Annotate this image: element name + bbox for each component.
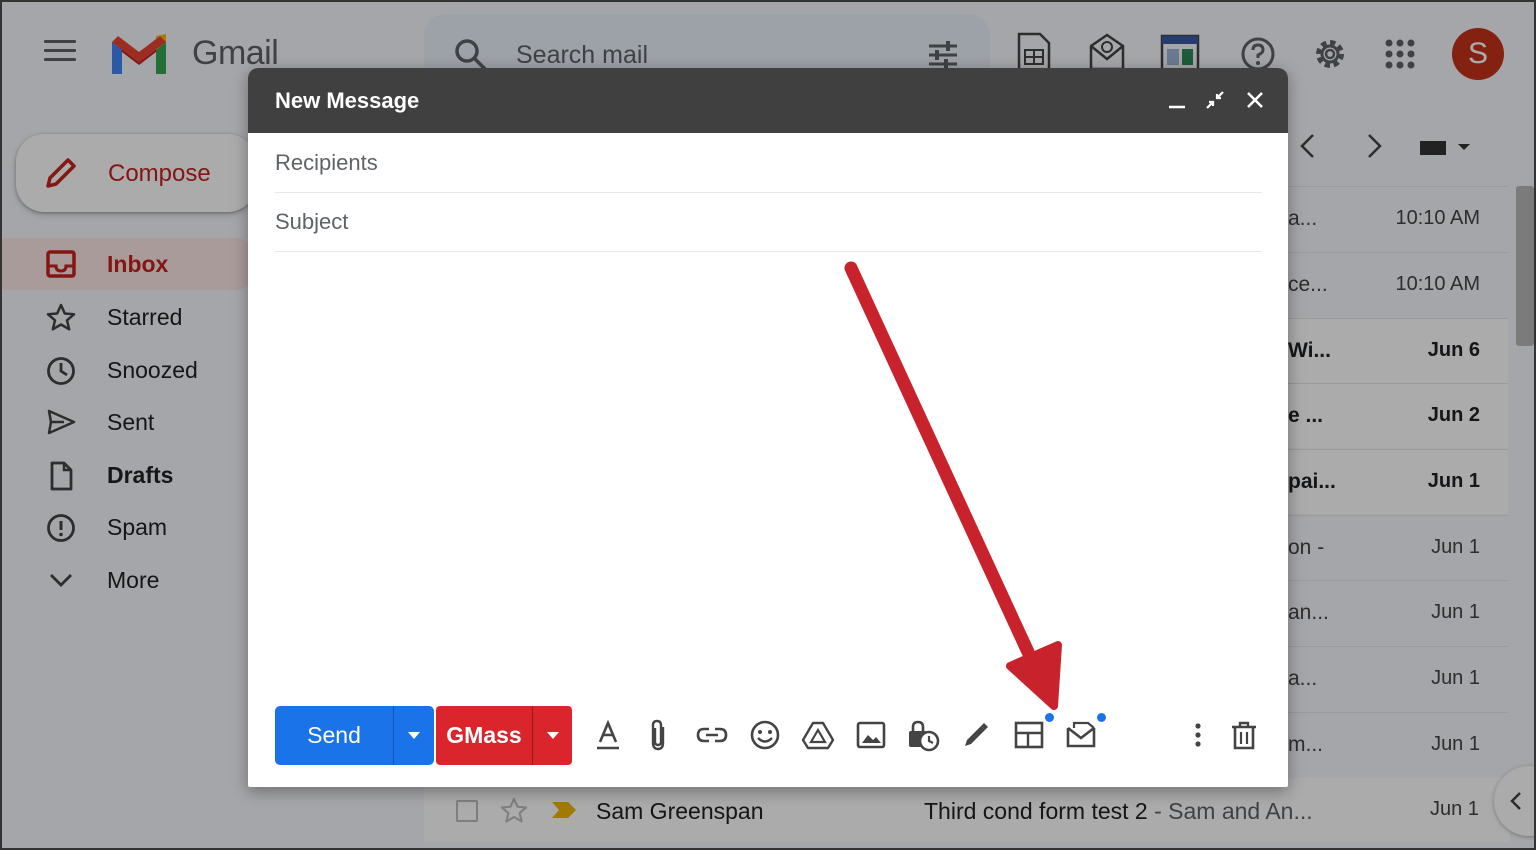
more-options-icon[interactable] [1181,718,1215,752]
drive-icon[interactable] [801,718,835,752]
caret-down-icon [408,732,420,739]
gmass-button[interactable]: GMass [436,706,532,765]
photo-icon[interactable] [854,718,888,752]
caret-down-icon [547,732,559,739]
subject-placeholder: Subject [275,209,349,234]
compose-title: New Message [275,88,420,113]
recipients-placeholder: Recipients [275,150,378,175]
recipients-field[interactable]: Recipients [275,134,1262,193]
emoji-icon[interactable] [748,718,782,752]
gmass-button-group: GMass [436,706,572,765]
attach-icon[interactable] [642,718,676,752]
compose-titlebar[interactable]: New Message [248,68,1288,133]
send-button[interactable]: Send [275,706,393,765]
link-icon[interactable] [695,718,729,752]
minimize-icon[interactable] [1166,89,1188,111]
confidential-mode-icon[interactable] [906,718,940,752]
gmass-options-button[interactable] [532,706,573,765]
compose-window: New Message Recipients Subject Send GMas… [248,68,1288,787]
exit-fullscreen-icon[interactable] [1204,89,1226,111]
layout-icon[interactable] [1012,718,1046,752]
discard-draft-icon[interactable] [1227,718,1261,752]
send-button-group: Send [275,706,434,765]
new-feature-dot [1097,713,1106,722]
subject-field[interactable]: Subject [275,193,1262,252]
gmail-app: Gmail Search mail S Compose Inbox Starre… [0,0,1536,850]
message-body[interactable] [275,253,1262,693]
send-options-button[interactable] [393,706,435,765]
gmass-email-icon[interactable] [1064,718,1098,752]
close-icon[interactable] [1244,89,1266,111]
signature-pen-icon[interactable] [959,718,993,752]
text-format-icon[interactable] [591,718,625,752]
new-feature-dot [1045,713,1054,722]
